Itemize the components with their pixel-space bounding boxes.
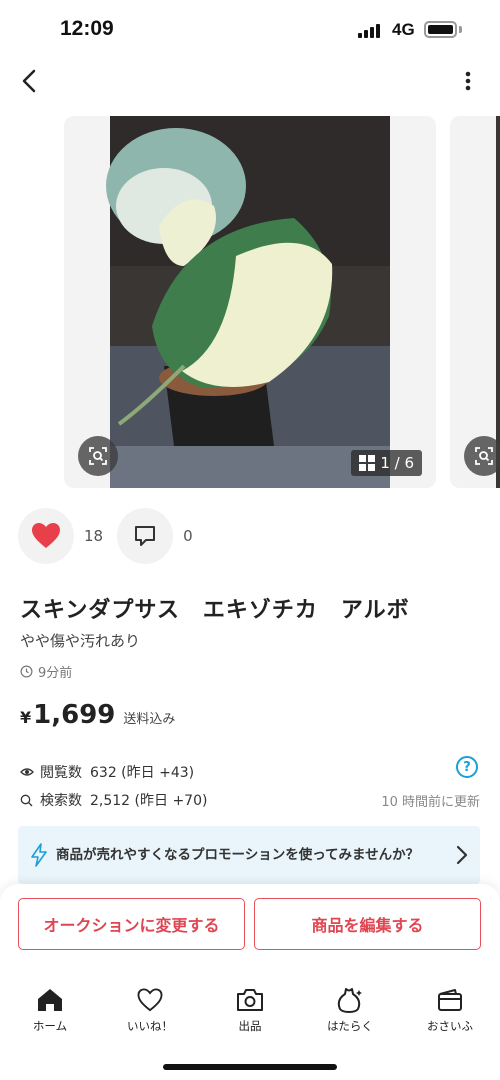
status-time: 12:09 (60, 17, 114, 40)
promotion-text: 商品が売れやすくなるプロモーションを使ってみませんか？ (56, 846, 420, 863)
more-menu-button[interactable] (456, 66, 480, 96)
eye-icon (20, 768, 34, 776)
next-photo-preview[interactable] (450, 116, 500, 488)
scan-search-icon (475, 447, 493, 465)
tab-home-label: ホーム (32, 1019, 68, 1033)
battery-tip (459, 26, 462, 33)
views-row: 閲覧数 632 (昨日 +43) ? (20, 756, 480, 784)
zoom-button[interactable] (78, 436, 118, 476)
tab-work-label: はたらく (327, 1019, 373, 1033)
tab-wallet[interactable]: おさいふ (400, 986, 500, 1036)
search-icon (20, 794, 33, 806)
home-indicator (163, 1064, 337, 1070)
shipping-note: 送料込み (123, 712, 176, 727)
tab-home[interactable]: ホーム (0, 986, 100, 1036)
network-type: 4G (392, 20, 415, 39)
chevron-right-icon (456, 845, 468, 865)
next-photo-image (450, 116, 500, 488)
photo-counter-text: 1 / 6 (380, 454, 414, 472)
signal-icon (358, 24, 380, 38)
tab-likes[interactable]: いいね！ (100, 986, 200, 1036)
bottom-sheet: オークションに変更する 商品を編集する ホーム いいね！ 出品 はたらく おさい… (0, 884, 500, 1080)
clock-icon (20, 665, 33, 678)
back-button[interactable] (14, 66, 44, 96)
posted-time-text: 9分前 (38, 666, 73, 681)
item-stats: 閲覧数 632 (昨日 +43) ? 検索数 2,512 (昨日 +70) 10… (20, 756, 480, 816)
help-button[interactable]: ? (456, 756, 478, 778)
grid-icon (359, 455, 376, 471)
photo-counter: 1 / 6 (351, 450, 422, 476)
comment-button[interactable] (117, 508, 174, 564)
search-value: 2,512 (昨日 +70) (90, 793, 208, 809)
tab-bar: ホーム いいね！ 出品 はたらく おさいふ (0, 986, 500, 1036)
posted-time: 9分前 (20, 662, 72, 681)
money-bag-icon (337, 988, 362, 1013)
updated-time: 10 時間前に更新 (381, 794, 480, 810)
tab-likes-label: いいね！ (127, 1019, 173, 1033)
tab-wallet-label: おさいふ (427, 1019, 473, 1033)
engagement-bar: 18 0 (18, 508, 193, 564)
zoom-button-next[interactable] (464, 436, 500, 476)
photo-carousel[interactable]: 1 / 6 (0, 116, 500, 488)
views-label: 閲覧数 (40, 765, 82, 781)
battery-icon (424, 21, 457, 38)
tab-sell-label: 出品 (238, 1019, 262, 1033)
currency-symbol: ¥ (20, 708, 32, 727)
comment-icon (135, 526, 156, 546)
comment-count: 0 (183, 527, 193, 545)
home-icon (38, 989, 62, 1011)
heart-icon (32, 523, 60, 548)
more-vertical-icon (465, 71, 471, 91)
like-count: 18 (84, 527, 104, 545)
scan-search-icon (89, 447, 107, 465)
heart-outline-icon (137, 988, 163, 1012)
change-to-auction-button[interactable]: オークションに変更する (18, 898, 245, 950)
promotion-banner[interactable]: 商品が売れやすくなるプロモーションを使ってみませんか？ (18, 826, 480, 884)
tab-sell[interactable]: 出品 (200, 986, 300, 1036)
search-row: 検索数 2,512 (昨日 +70) 10 時間前に更新 (20, 788, 480, 812)
item-title: スキンダプサス エキゾチカ アルボ (20, 598, 410, 623)
like-button[interactable] (18, 508, 74, 564)
product-photo[interactable]: 1 / 6 (64, 116, 436, 488)
search-label: 検索数 (40, 793, 82, 809)
edit-item-button[interactable]: 商品を編集する (254, 898, 481, 950)
tab-work[interactable]: はたらく (300, 986, 400, 1036)
price-amount: 1,699 (33, 700, 116, 730)
chevron-left-icon (22, 69, 36, 93)
plant-photo-image (64, 116, 436, 488)
wallet-icon (438, 989, 462, 1011)
item-condition: やや傷や汚れあり (20, 632, 141, 650)
camera-icon (237, 989, 263, 1011)
status-bar: 12:09 4G (0, 0, 500, 60)
views-value: 632 (昨日 +43) (90, 765, 195, 781)
price: ¥ 1,699 送料込み (20, 700, 175, 730)
lightning-icon (31, 843, 47, 867)
